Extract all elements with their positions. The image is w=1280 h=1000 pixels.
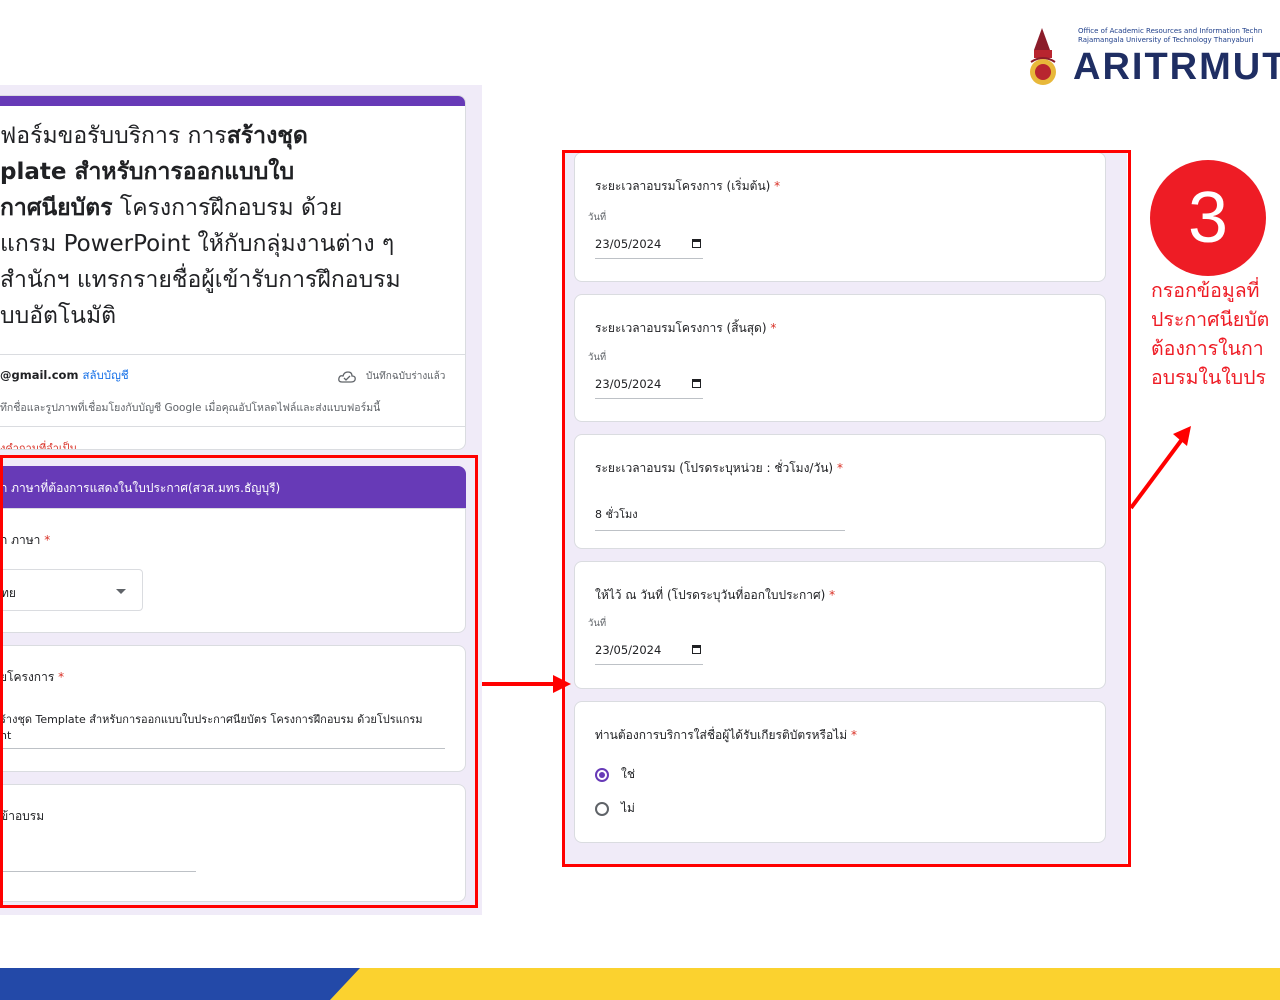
form-header-card: ฟอร์มขอรับบริการ การสร้างชุด plate สำหรั… [0,95,466,450]
form-title: ฟอร์มขอรับบริการ การสร้างชุด plate สำหรั… [0,123,401,329]
step-instruction: กรอกข้อมูลที่ ประกาศนียบัต ต้องการในกา อ… [1151,279,1270,389]
privacy-notice: ทึกชื่อและรูปภาพที่เชื่อมโยงกับบัญชี Goo… [0,402,381,414]
account-email: @gmail.com สลับบัญชี [0,368,129,382]
arrow-right-icon [553,675,571,693]
cloud-check-icon [338,370,356,383]
draft-saved-status: บันทึกฉบับร่างแล้ว [338,369,445,384]
switch-account-link[interactable]: สลับบัญชี [82,368,128,382]
logo-subtitle: Office of Academic Resources and Informa… [1078,27,1263,44]
highlight-box-right [562,150,1131,867]
logo-wordmark: ARITRMUTT [1073,46,1280,88]
header-accent-bar [0,96,465,106]
highlight-box-left [0,455,478,908]
footer-yellow-stripe [330,968,1280,1000]
step-number-badge: 3 [1150,160,1266,276]
arrow-right-line [482,682,556,686]
required-note: งคำถามที่จำเป็น [0,442,78,450]
arrow-up-right-icon [1129,426,1191,510]
account-row: @gmail.com สลับบัญชี บันทึกฉบับร่างแล้ว ท… [0,354,465,425]
required-row: งคำถามที่จำเป็น [0,426,465,449]
